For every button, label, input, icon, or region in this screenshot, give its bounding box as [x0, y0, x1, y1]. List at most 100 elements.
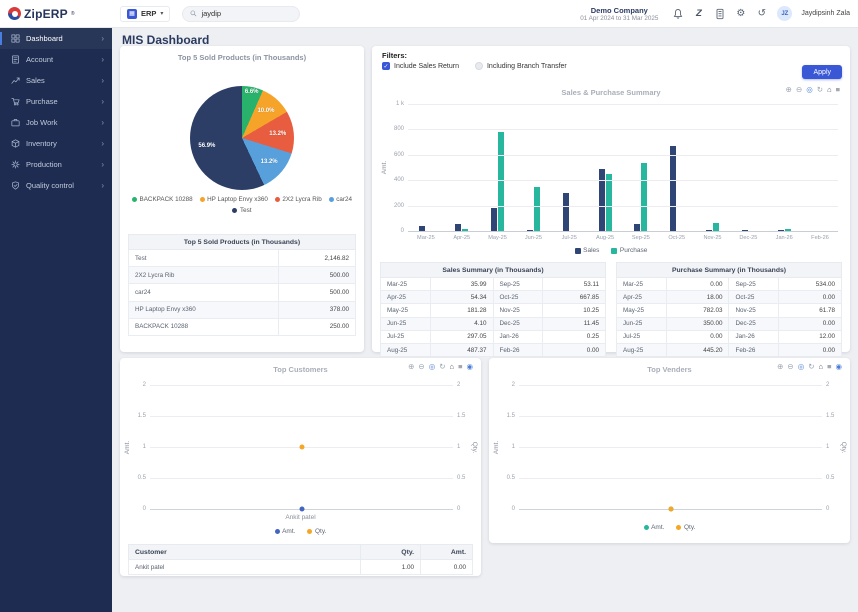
home-icon[interactable]: ⌂: [827, 86, 832, 94]
zoom-window-icon[interactable]: ◎: [806, 86, 813, 94]
restore-icon[interactable]: ↻: [817, 86, 823, 94]
bar-sales-Oct-25: [670, 146, 677, 231]
zoom-out-icon[interactable]: ⊖: [418, 363, 424, 371]
notification-bell-icon[interactable]: [671, 7, 684, 20]
include-sales-return-checkbox[interactable]: ✓ Include Sales Return: [382, 62, 459, 70]
calculator-icon[interactable]: [713, 7, 726, 20]
zoom-in-icon[interactable]: ⊕: [777, 363, 783, 371]
sidebar-item-production[interactable]: Production ›: [0, 154, 112, 175]
bar-chart-toolbar: ⊕ ⊖ ◎ ↻ ⌂ ≡: [786, 86, 840, 94]
search-input[interactable]: [201, 9, 293, 18]
x-axis-tick: Feb-26: [811, 235, 829, 241]
sidebar-item-inventory[interactable]: Inventory ›: [0, 133, 112, 154]
table-row: Jul-25 297.05 Jan-26 0.25: [380, 329, 606, 344]
home-icon[interactable]: ⌂: [819, 363, 824, 371]
customers-chart-legend: Amt. Qty.: [120, 528, 481, 535]
left-axis-tick: 0.5: [137, 475, 146, 481]
x-axis-tick: Aug-25: [596, 235, 615, 241]
pie-legend: BACKPACK 10288 HP Laptop Envy x360 2X2 Lyc…: [128, 196, 356, 214]
legend-dot-icon: [199, 197, 205, 202]
table-row: Aug-25 445.20 Feb-26 0.00: [616, 342, 843, 358]
bar-group-Jun-25: [515, 104, 551, 231]
legend-item-qty[interactable]: Qty.: [307, 528, 326, 535]
sidebar-item-account[interactable]: Account ›: [0, 49, 112, 70]
user-avatar[interactable]: JZ: [777, 6, 793, 21]
home-icon[interactable]: ⌂: [450, 363, 455, 371]
x-axis-tick: May-25: [488, 235, 507, 241]
bar-sales-Jul-25: [562, 193, 569, 231]
legend-item-purchase[interactable]: Purchase: [611, 247, 647, 254]
bar-chart-legend: Sales Purchase: [372, 247, 850, 254]
y-axis-tick: 600: [393, 151, 404, 158]
zoom-in-icon[interactable]: ⊕: [408, 363, 414, 371]
restore-icon[interactable]: ↻: [439, 363, 445, 371]
venders-chart-canvas[interactable]: 2 2 1.5 1.5 1 1 0.5 0.5 0 0: [507, 382, 835, 512]
zoom-window-icon[interactable]: ◎: [798, 363, 805, 371]
table-row: Apr-25 18.00 Oct-25 0.00: [616, 290, 843, 305]
chevron-right-icon: ›: [101, 76, 104, 85]
x-axis-tick: Oct-25: [668, 235, 686, 241]
legend-item-qty[interactable]: Qty.: [676, 524, 695, 531]
table-row: Mar-25 0.00 Sep-25 534.00: [616, 276, 843, 292]
bar-chart-canvas[interactable]: 1 k 800 600 400 200 0: [394, 101, 838, 234]
chat-icon[interactable]: Z: [692, 7, 705, 20]
legend-item-test[interactable]: Test: [232, 207, 252, 214]
app-logo-icon: [8, 7, 21, 20]
sidebar-item-label: Job Work: [26, 118, 58, 127]
data-view-icon[interactable]: ≡: [458, 363, 462, 371]
bar-group-Dec-25: [730, 104, 766, 231]
legend-item-car24[interactable]: car24: [328, 196, 352, 203]
zoom-window-icon[interactable]: ◎: [429, 363, 436, 371]
x-axis-tick: Sep-25: [631, 235, 650, 241]
sidebar-item-job-work[interactable]: Job Work ›: [0, 112, 112, 133]
top-products-table: Top 5 Sold Products (in Thousands) Test 2…: [127, 234, 356, 336]
legend-item-backpack-10288[interactable]: BACKPACK 10288: [132, 196, 193, 203]
zoom-in-icon[interactable]: ⊕: [786, 86, 792, 94]
legend-item-2x2-lycra-rib[interactable]: 2X2 Lycra Rib: [274, 196, 322, 203]
x-axis-tick: Jul-25: [561, 235, 577, 241]
bar-purchase-Nov-25: [713, 223, 720, 231]
including-branch-transfer-checkbox[interactable]: Including Branch Transfer: [474, 62, 567, 70]
customers-chart-canvas[interactable]: 2 2 1.5 1.5 1 1 0.5 0.5 0 0: [138, 382, 466, 512]
erp-module-icon: ▦: [127, 8, 137, 19]
zoom-out-icon[interactable]: ⊖: [796, 86, 802, 94]
checkbox-label: Include Sales Return: [394, 62, 459, 70]
filters-label: Filters:: [382, 51, 408, 60]
scatter-point-qty: [668, 506, 673, 512]
apply-filters-button[interactable]: Apply: [802, 65, 842, 79]
top-products-pie-chart[interactable]: [190, 86, 294, 190]
history-icon[interactable]: ↺: [755, 7, 768, 20]
data-view-icon[interactable]: ≡: [827, 363, 831, 371]
settings-gear-icon[interactable]: ⚙: [734, 7, 747, 20]
y-axis-title: Amt.: [381, 160, 389, 175]
sidebar-item-sales[interactable]: Sales ›: [0, 70, 112, 91]
table-row: May-25 181.28 Nov-25 10.25: [380, 303, 606, 318]
jobwork-icon: [10, 118, 20, 128]
app-logo[interactable]: ZipERP ®: [0, 7, 112, 21]
sidebar-item-purchase[interactable]: Purchase ›: [0, 91, 112, 112]
x-axis-tick: Mar-25: [417, 235, 435, 241]
legend-item-amt[interactable]: Amt.: [274, 528, 295, 535]
x-axis-category-label: Ankit patel: [285, 514, 316, 521]
search-icon[interactable]: ◉: [466, 363, 473, 371]
chevron-right-icon: ›: [101, 55, 104, 64]
zoom-out-icon[interactable]: ⊖: [787, 363, 793, 371]
bar-group-Sep-25: [623, 104, 659, 231]
right-axis-tick: 0.5: [826, 475, 835, 481]
erp-module-dropdown[interactable]: ▦ ERP ▾: [120, 5, 171, 22]
company-selector[interactable]: Demo Company 01 Apr 2024 to 31 Mar 2025: [580, 6, 658, 22]
top-products-card: Top 5 Sold Products (in Thousands) BACKP…: [120, 46, 364, 352]
registered-mark: ®: [70, 10, 75, 17]
sidebar-item-dashboard[interactable]: Dashboard ›: [0, 28, 112, 49]
left-axis-tick: 0.5: [506, 475, 515, 481]
search-icon[interactable]: ◉: [835, 363, 842, 371]
legend-item-sales[interactable]: Sales: [574, 247, 599, 254]
chevron-right-icon: ›: [101, 118, 104, 127]
legend-item-hp-laptop-envy-x360[interactable]: HP Laptop Envy x360: [199, 196, 268, 203]
restore-icon[interactable]: ↻: [808, 363, 814, 371]
legend-item-amt[interactable]: Amt.: [643, 524, 664, 531]
y-axis-tick: 200: [393, 202, 404, 209]
sidebar-item-quality-control[interactable]: Quality control ›: [0, 175, 112, 196]
user-name[interactable]: Jaydipsinh Zala: [801, 10, 850, 17]
data-view-icon[interactable]: ≡: [836, 86, 840, 94]
